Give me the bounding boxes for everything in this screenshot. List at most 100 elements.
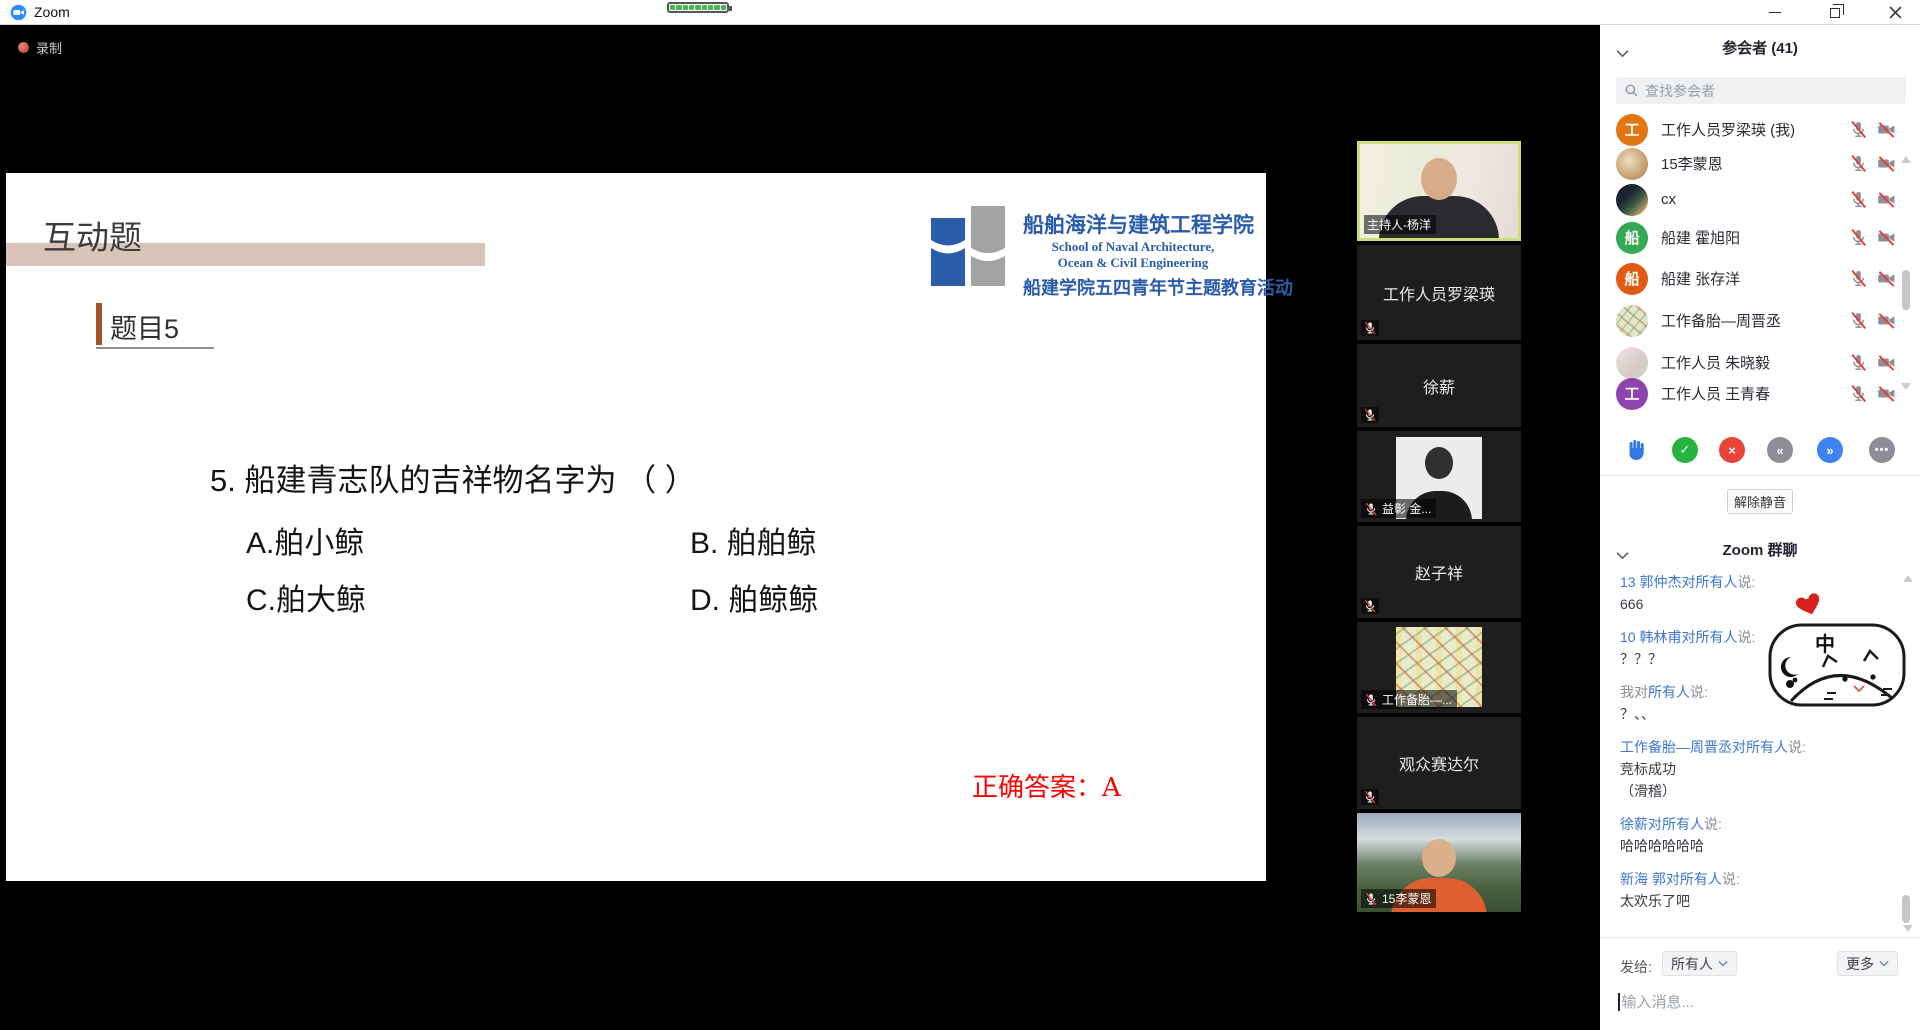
more-reactions-button[interactable]: •••: [1869, 437, 1895, 463]
yes-button[interactable]: ✓: [1672, 437, 1698, 463]
participant-name: 工作人员罗梁瑛 (我): [1661, 119, 1849, 140]
camera-muted-icon: [1877, 311, 1896, 330]
chat-message: 13 郭仲杰对所有人说:666: [1620, 571, 1892, 615]
mic-muted-icon: [1849, 120, 1868, 139]
video-tile-3[interactable]: 徐薪: [1357, 344, 1521, 427]
chat-message-sender: 说:: [1690, 684, 1708, 700]
chat-message-sender: 新海 郭对所有人: [1620, 871, 1722, 887]
muted-mic-icon: [1364, 693, 1378, 707]
participant-avatar: 工: [1616, 114, 1648, 146]
participant-name: 15李蒙恩: [1661, 153, 1849, 174]
option-c: C.舶大鲸: [246, 575, 366, 619]
muted-mic-icon: [1361, 407, 1379, 423]
camera-muted-icon: [1877, 384, 1896, 403]
chat-footer-divider: [1600, 937, 1920, 938]
video-tile-6[interactable]: 工作备胎—...: [1357, 622, 1521, 713]
participant-name: 船建 张存洋: [1661, 268, 1849, 289]
participant-row[interactable]: 船船建 霍旭阳: [1600, 221, 1900, 254]
answer-text: 正确答案：A: [972, 767, 1121, 804]
camera-muted-icon: [1877, 353, 1896, 372]
chat-scroll-up-icon[interactable]: [1903, 575, 1913, 582]
send-to-value: 所有人: [1671, 954, 1713, 974]
mic-muted-icon: [1849, 311, 1868, 330]
participant-row[interactable]: 工工作人员罗梁瑛 (我): [1600, 113, 1900, 146]
send-to-dropdown[interactable]: 所有人: [1662, 951, 1737, 976]
participants-title: 参会者 (41): [1600, 37, 1920, 58]
chat-message-sender: 说:: [1737, 574, 1755, 590]
side-panel: 参会者 (41) 查找参会者 工工作人员罗梁瑛 (我) 15李蒙恩 cx 船船建…: [1600, 25, 1920, 1030]
participant-row[interactable]: 船船建 张存洋: [1600, 262, 1900, 295]
mic-muted-icon: [1849, 228, 1868, 247]
chat-message-text: 太欢乐了吧: [1620, 890, 1892, 912]
cat-sticker-image: 中: [1767, 617, 1907, 709]
chat-message-sender: 13 郭仲杰对所有人: [1620, 574, 1737, 590]
no-button[interactable]: ×: [1719, 437, 1745, 463]
chat-scrollbar[interactable]: [1902, 895, 1910, 923]
muted-mic-icon: [1361, 598, 1379, 614]
mic-muted-icon: [1849, 353, 1868, 372]
slide-section-title: 互动题: [43, 211, 142, 259]
participant-avatar: [1616, 347, 1648, 379]
participant-avatar: 船: [1616, 263, 1648, 295]
scroll-up-icon[interactable]: [1901, 156, 1911, 163]
question-tag-underline: [96, 347, 214, 349]
participant-name: 工作人员 朱晓毅: [1661, 352, 1849, 373]
video-tile-8[interactable]: 15李蒙恩: [1357, 813, 1521, 912]
chat-input-placeholder: 输入消息...: [1622, 991, 1695, 1012]
restore-button[interactable]: [1812, 0, 1858, 25]
scroll-down-icon[interactable]: [1901, 383, 1911, 390]
participant-row[interactable]: 工作人员 朱晓毅: [1600, 346, 1900, 379]
shared-slide: 互动题 题目5 5. 船建青志队的吉祥物名字为 （ ） A.舶小鲸 B. 舶舶鲸…: [6, 173, 1266, 881]
faster-button[interactable]: »: [1817, 437, 1843, 463]
participant-row[interactable]: 15李蒙恩: [1600, 147, 1900, 180]
window-title: Zoom: [34, 4, 70, 20]
question-tag-bar: [96, 303, 102, 345]
chat-message-text: 哈哈哈哈哈哈: [1620, 835, 1892, 857]
video-tile-7[interactable]: 观众赛达尔: [1357, 717, 1521, 809]
chat-message-text: 竞标成功: [1620, 758, 1892, 780]
muted-mic-icon: [1361, 789, 1379, 805]
participant-row[interactable]: 工工作人员 王青春: [1600, 377, 1900, 410]
video-tile-5[interactable]: 赵子祥: [1357, 526, 1521, 618]
option-a: A.舶小鲸: [246, 518, 364, 562]
unmute-button[interactable]: 解除静音: [1727, 489, 1793, 514]
search-participants-input[interactable]: 查找参会者: [1616, 77, 1906, 104]
sticker-char: 中: [1815, 632, 1835, 656]
chat-message-sender: 说:: [1788, 739, 1806, 755]
search-icon: [1624, 83, 1639, 98]
raise-hand-button[interactable]: [1624, 437, 1650, 463]
battery-indicator: [667, 2, 729, 13]
close-button[interactable]: [1872, 0, 1918, 25]
slower-button[interactable]: «: [1767, 437, 1793, 463]
chat-message-header: 13 郭仲杰对所有人说:: [1620, 571, 1892, 593]
video-tile-2[interactable]: 工作人员罗梁瑛: [1357, 245, 1521, 340]
mic-muted-icon: [1849, 154, 1868, 173]
participant-name: 船建 霍旭阳: [1661, 227, 1849, 248]
chat-message-input[interactable]: 输入消息...: [1618, 991, 1694, 1012]
mic-muted-icon: [1849, 384, 1868, 403]
more-label: 更多: [1846, 954, 1874, 974]
participants-scrollbar[interactable]: [1902, 270, 1910, 310]
video-tile-1[interactable]: 主持人-杨洋: [1357, 141, 1521, 241]
tile-name-label: 益彰 金...: [1361, 499, 1436, 518]
event-title: 船建学院五四青年节主题教育活动: [1023, 274, 1243, 300]
title-bar: Zoom: [0, 0, 1920, 25]
video-tile-4[interactable]: 益彰 金...: [1357, 431, 1521, 522]
tile-name-label: 主持人-杨洋: [1364, 215, 1436, 234]
recording-label: 录制: [36, 38, 62, 57]
participant-row[interactable]: 工作备胎—周晋丞: [1600, 304, 1900, 337]
chat-message-sender: 10 韩林甫对所有人: [1620, 629, 1737, 645]
chat-scroll-down-icon[interactable]: [1903, 925, 1913, 932]
recording-indicator: 录制: [18, 38, 62, 57]
chat-message-sender: 徐薪对所有人: [1620, 816, 1704, 832]
participant-row[interactable]: cx: [1600, 183, 1900, 216]
chat-message-text: （滑稽）: [1620, 780, 1892, 802]
more-dropdown[interactable]: 更多: [1837, 951, 1898, 976]
school-name-en-1: School of Naval Architecture,: [1023, 239, 1243, 255]
tile-participant-name: 工作人员罗梁瑛: [1357, 245, 1521, 340]
chat-message-sender: 说:: [1704, 816, 1722, 832]
option-d: D. 舶鲸鲸: [690, 575, 818, 619]
question-tag: 题目5: [110, 307, 179, 346]
muted-mic-icon: [1361, 320, 1379, 336]
minimize-button[interactable]: [1752, 0, 1798, 25]
